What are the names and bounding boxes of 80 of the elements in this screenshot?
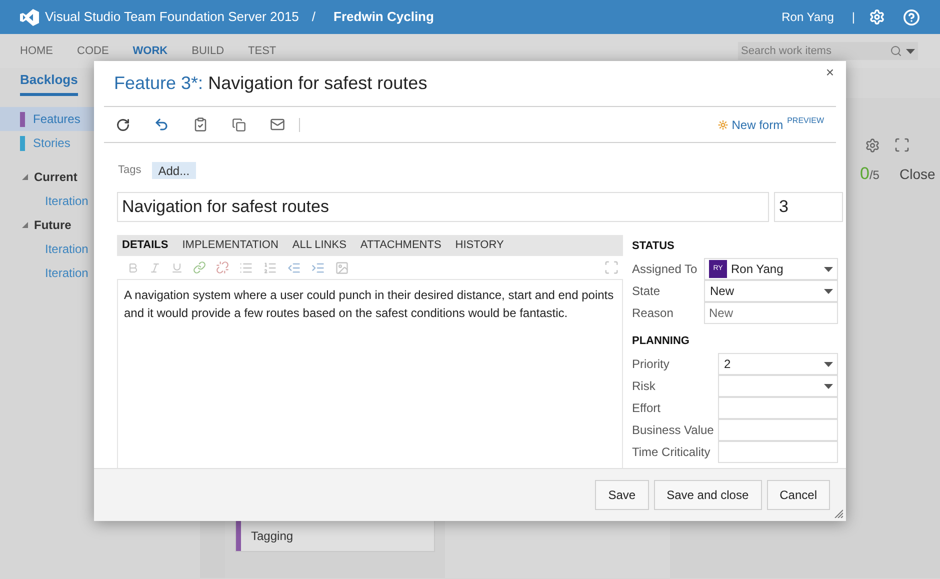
caret-icon	[824, 384, 833, 388]
caret-icon	[824, 266, 833, 272]
field-label: State	[632, 283, 662, 300]
search-icon[interactable]	[890, 45, 902, 57]
work-item-card[interactable]: Tagging	[235, 519, 435, 552]
underline-icon[interactable]	[171, 262, 183, 274]
dropdown-field[interactable]: 2	[718, 353, 838, 375]
fullscreen-icon[interactable]	[894, 137, 910, 153]
image-icon[interactable]	[335, 260, 349, 274]
nav-tab[interactable]: CODE	[77, 42, 109, 60]
assigned-to-value: Ron Yang	[731, 261, 784, 278]
indent-icon[interactable]	[311, 260, 325, 274]
project-name: Fredwin Cycling	[334, 8, 434, 26]
caret-icon	[824, 288, 833, 294]
caret-icon	[906, 48, 915, 54]
field-label: Business Value	[632, 422, 715, 439]
bullet-list-icon[interactable]	[239, 260, 253, 274]
field-label: Priority	[632, 356, 670, 373]
clipboard-icon[interactable]	[193, 117, 208, 132]
add-tag-button[interactable]: Add...	[152, 162, 196, 179]
close-button[interactable]: ×	[826, 65, 834, 79]
nav-tab[interactable]: WORK	[132, 42, 168, 60]
section-heading: PLANNING	[632, 334, 690, 350]
form-tab[interactable]: ALL LINKS	[292, 237, 346, 254]
italic-icon[interactable]	[149, 262, 161, 274]
dialog-button[interactable]: Save and close	[654, 480, 762, 510]
backlogs-tab[interactable]: Backlogs	[20, 70, 78, 96]
input-field[interactable]	[718, 419, 838, 441]
refresh-icon[interactable]	[116, 118, 130, 132]
group-label[interactable]: Future	[34, 216, 72, 234]
numbered-list-icon[interactable]	[263, 260, 277, 274]
mail-icon[interactable]	[270, 117, 285, 132]
input-field[interactable]: New	[704, 302, 838, 324]
field-label: Time Criticality	[632, 444, 712, 461]
section-heading: STATUS	[632, 239, 676, 254]
dropdown-field[interactable]	[718, 375, 838, 397]
field-label: Assigned To	[632, 261, 698, 278]
product-name: Visual Studio Team Foundation Server 2015	[45, 8, 299, 26]
field-label: Effort	[632, 400, 662, 417]
breadcrumb-separator: /	[312, 8, 316, 26]
nav-tab[interactable]: TEST	[248, 42, 276, 60]
tags-label: Tags	[118, 163, 142, 178]
dialog-button[interactable]: Save	[595, 480, 649, 510]
nav-tab[interactable]: BUILD	[192, 42, 224, 60]
form-tab[interactable]: IMPLEMENTATION	[182, 237, 278, 254]
field-label: Risk	[632, 378, 656, 395]
expand-icon[interactable]	[22, 222, 28, 228]
form-tab[interactable]: DETAILS	[122, 237, 168, 254]
maximize-icon[interactable]	[604, 260, 619, 275]
copy-icon[interactable]	[232, 118, 246, 132]
bold-icon[interactable]	[127, 262, 139, 274]
unlink-icon[interactable]	[216, 261, 229, 274]
effort-number-field[interactable]: 3	[774, 192, 843, 222]
input-field[interactable]	[718, 397, 838, 419]
logo-icon	[20, 8, 39, 26]
resize-grip-icon[interactable]	[834, 509, 843, 518]
field-label: Reason	[632, 305, 674, 322]
caret-icon	[824, 362, 833, 366]
link-icon[interactable]	[193, 261, 206, 274]
outdent-icon[interactable]	[287, 260, 301, 274]
nav-tab[interactable]: HOME	[20, 42, 53, 60]
dropdown-field[interactable]: New	[704, 280, 838, 302]
column-header: Close	[899, 165, 936, 184]
form-tab[interactable]: ATTACHMENTS	[360, 237, 442, 254]
dialog-title: Feature 3*: Navigation for safest routes	[114, 72, 428, 95]
sun-icon	[718, 120, 728, 130]
total-count: /5	[869, 167, 880, 184]
undo-icon[interactable]	[154, 117, 169, 132]
expand-icon[interactable]	[22, 174, 28, 180]
title-field[interactable]: Navigation for safest routes	[117, 192, 769, 222]
help-icon[interactable]	[903, 8, 920, 26]
user-name[interactable]: Ron Yang	[782, 8, 834, 26]
header-divider: |	[852, 9, 855, 26]
settings-icon[interactable]	[865, 138, 880, 152]
group-label[interactable]: Current	[34, 168, 78, 186]
form-tab[interactable]: HISTORY	[455, 237, 504, 254]
dialog-button[interactable]: Cancel	[766, 480, 830, 510]
input-field[interactable]	[718, 441, 838, 463]
done-count: 0	[860, 163, 870, 185]
new-form-link[interactable]: New form PREVIEW	[718, 116, 824, 134]
